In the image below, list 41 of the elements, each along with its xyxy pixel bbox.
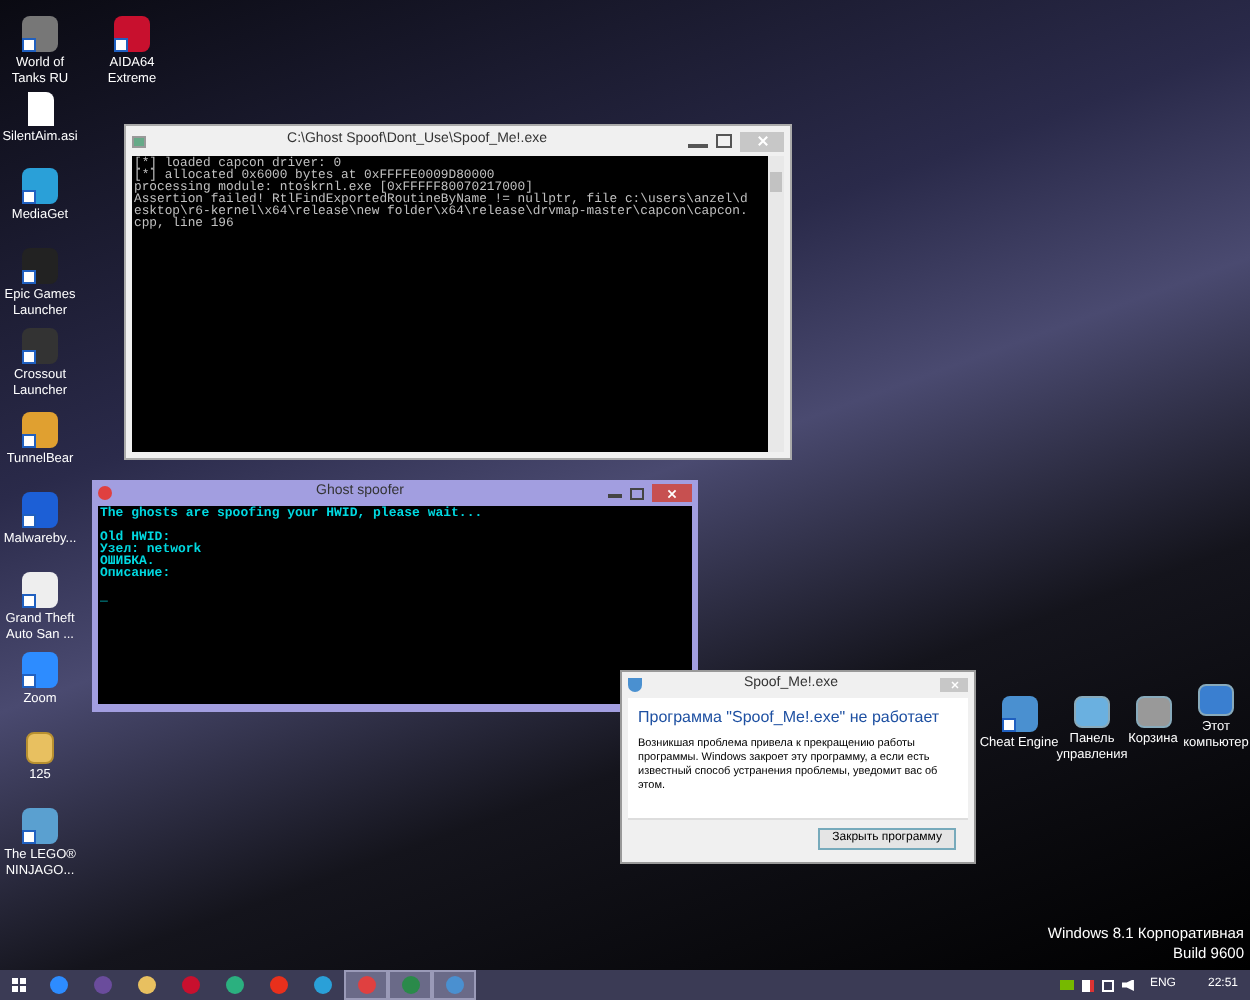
app-shortcut-icon [22, 412, 58, 448]
app-icon [49, 976, 67, 994]
app-icon [93, 976, 111, 994]
app-shortcut-icon [22, 572, 58, 608]
error-heading: Программа "Spoof_Me!.exe" не работает [638, 706, 942, 730]
maximize-button[interactable] [630, 487, 644, 499]
app-shortcut-icon [22, 652, 58, 688]
app-shortcut-icon [1001, 696, 1037, 732]
console-app-icon [132, 135, 146, 147]
app-shortcut-icon [114, 16, 150, 52]
file-icon [27, 92, 53, 126]
system-app-icon [1135, 696, 1171, 728]
app-shortcut-icon [22, 808, 58, 844]
close-button[interactable] [652, 484, 692, 502]
app-shortcut-icon [22, 248, 58, 284]
app-icon [313, 976, 331, 994]
app-icon [357, 976, 375, 994]
app-shortcut-icon [22, 328, 58, 364]
system-app-icon [1074, 696, 1110, 728]
app-shortcut-icon [22, 492, 58, 528]
folder-icon [26, 732, 54, 764]
close-icon [949, 680, 959, 690]
close-icon [755, 134, 769, 148]
app-icon [225, 976, 243, 994]
app-icon [269, 976, 287, 994]
minimize-button[interactable] [688, 143, 708, 147]
flag-icon[interactable] [1081, 979, 1094, 991]
maximize-button[interactable] [716, 134, 732, 148]
app-icon [181, 976, 199, 994]
app-icon [445, 976, 463, 994]
system-app-icon [1198, 684, 1234, 716]
app-shortcut-icon [22, 168, 58, 204]
app-icon [98, 486, 112, 500]
app-icon [137, 976, 155, 994]
volume-icon[interactable] [1121, 979, 1134, 991]
shield-icon [628, 678, 642, 692]
scrollbar[interactable] [768, 156, 784, 452]
app-icon [401, 976, 419, 994]
close-icon [666, 487, 678, 499]
windows-logo-icon [11, 978, 25, 992]
app-shortcut-icon [22, 16, 58, 52]
